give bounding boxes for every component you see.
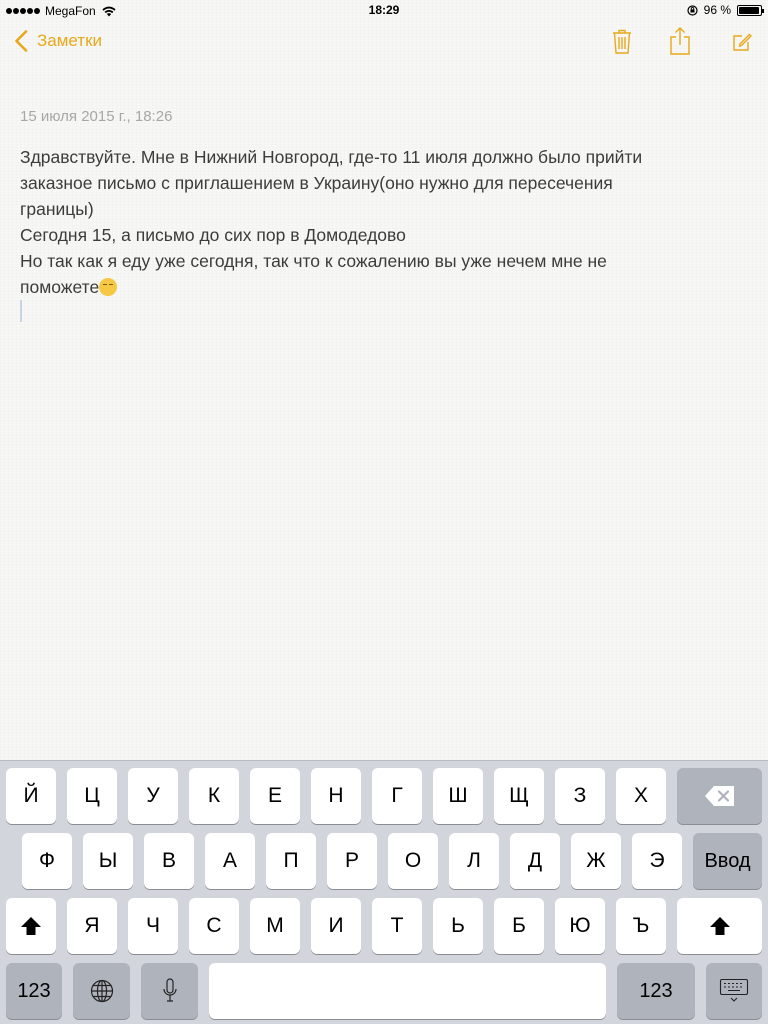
key[interactable]: Ф xyxy=(22,833,72,889)
navigation-bar: Заметки xyxy=(0,20,768,64)
battery-percent: 96 % xyxy=(703,3,731,17)
chevron-left-icon xyxy=(15,30,28,52)
key[interactable]: Щ xyxy=(494,768,544,824)
shift-key-right[interactable] xyxy=(677,898,762,954)
battery-icon xyxy=(737,4,764,16)
key[interactable]: Ш xyxy=(433,768,483,824)
key[interactable]: П xyxy=(266,833,316,889)
dictation-key[interactable] xyxy=(141,963,198,1019)
shift-arrow-icon xyxy=(709,917,730,935)
note-text-area[interactable]: Здравствуйте. Мне в Нижний Новгород, где… xyxy=(20,144,730,300)
key[interactable]: К xyxy=(189,768,239,824)
return-key[interactable]: Ввод xyxy=(693,833,762,889)
note-line: Но так как я еду уже сегодня, так что к … xyxy=(20,251,607,271)
dismiss-keyboard-key[interactable] xyxy=(706,963,762,1019)
key[interactable]: С xyxy=(189,898,239,954)
key[interactable]: Н xyxy=(311,768,361,824)
key[interactable]: М xyxy=(250,898,300,954)
shift-arrow-icon xyxy=(21,917,41,935)
globe-icon xyxy=(90,979,113,1003)
numbers-key-left[interactable]: 123 xyxy=(6,963,62,1019)
key[interactable]: Ж xyxy=(571,833,621,889)
key[interactable]: В xyxy=(144,833,194,889)
key[interactable]: Р xyxy=(327,833,377,889)
key[interactable]: Т xyxy=(372,898,422,954)
key[interactable]: О xyxy=(388,833,438,889)
compose-icon[interactable] xyxy=(728,26,756,56)
key[interactable]: Ч xyxy=(128,898,178,954)
key[interactable]: Е xyxy=(250,768,300,824)
key[interactable]: Ц xyxy=(67,768,117,824)
backspace-icon xyxy=(704,786,734,806)
space-bar[interactable] xyxy=(209,963,606,1019)
key[interactable]: Б xyxy=(494,898,544,954)
key[interactable]: Ю xyxy=(555,898,605,954)
on-screen-keyboard: Й Ц У К Е Н Г Ш Щ З Х Ф Ы В А П Р О Л Д … xyxy=(0,760,768,1024)
pensive-face-emoji-icon xyxy=(99,278,118,296)
note-timestamp: 15 июля 2015 г., 18:26 xyxy=(20,108,173,125)
key[interactable]: З xyxy=(555,768,605,824)
key[interactable]: Э xyxy=(632,833,682,889)
key[interactable]: Я xyxy=(67,898,117,954)
note-line-text: поможете xyxy=(20,277,100,297)
key[interactable]: Ь xyxy=(433,898,483,954)
trash-icon[interactable] xyxy=(608,26,636,56)
key[interactable]: Ы xyxy=(83,833,133,889)
back-button[interactable]: Заметки xyxy=(14,30,102,52)
share-icon[interactable] xyxy=(666,26,694,56)
text-cursor xyxy=(20,300,22,322)
battery-fill xyxy=(739,6,759,14)
globe-key[interactable] xyxy=(73,963,130,1019)
key[interactable]: А xyxy=(205,833,255,889)
numbers-key-right[interactable]: 123 xyxy=(617,963,695,1019)
keyboard-hide-icon xyxy=(719,978,749,1002)
back-button-label: Заметки xyxy=(37,31,103,50)
note-line-last: поможете xyxy=(20,274,730,300)
key[interactable]: Г xyxy=(372,768,422,824)
key[interactable]: Й xyxy=(6,768,56,824)
note-line: Здравствуйте. Мне в Нижний Новгород, где… xyxy=(20,147,643,167)
key[interactable]: Х xyxy=(616,768,666,824)
rotation-lock-icon xyxy=(687,4,698,16)
microphone-icon xyxy=(162,978,177,1002)
key[interactable]: Д xyxy=(510,833,560,889)
key[interactable]: Ъ xyxy=(616,898,666,954)
note-line: Сегодня 15, а письмо до сих пор в Домоде… xyxy=(20,225,406,245)
status-time: 18:29 xyxy=(368,3,400,17)
note-line: границы) xyxy=(20,199,94,219)
backspace-key[interactable] xyxy=(677,768,762,824)
status-bar: MegaFon 18:29 96 % xyxy=(0,0,768,20)
key[interactable]: У xyxy=(128,768,178,824)
shift-key-left[interactable] xyxy=(6,898,56,954)
key[interactable]: И xyxy=(311,898,361,954)
key[interactable]: Л xyxy=(449,833,499,889)
note-line: заказное письмо с приглашением в Украину… xyxy=(20,173,613,193)
